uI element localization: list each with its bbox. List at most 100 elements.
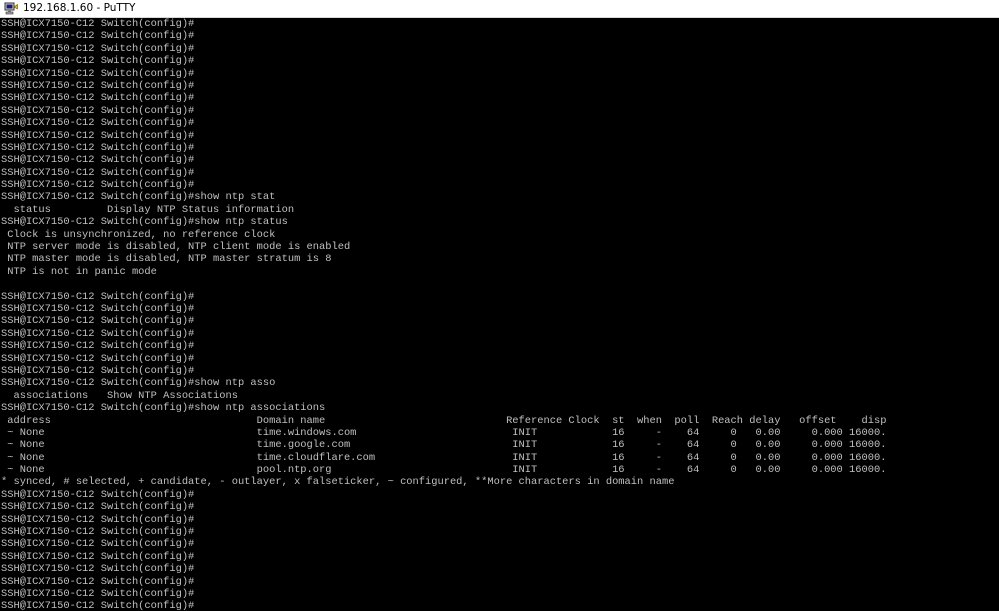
terminal-line: ~ None pool.ntp.org INIT 16 - 64 0 0.00 … [1,464,886,476]
terminal-line-text: SSH@ICX7150-C12 Switch(config)# [1,315,195,328]
terminal-line: NTP server mode is disabled, NTP client … [1,241,886,253]
terminal-line-text: SSH@ICX7150-C12 Switch(config)# [1,42,195,55]
terminal-line-text: SSH@ICX7150-C12 Switch(config)# [1,166,195,179]
terminal-line: SSH@ICX7150-C12 Switch(config)# [1,538,886,550]
terminal-line-text: SSH@ICX7150-C12 Switch(config)# [1,364,195,377]
terminal-line-text: ~ None pool.ntp.org INIT 16 - 64 0 0.00 … [1,464,887,477]
terminal-line: SSH@ICX7150-C12 Switch(config)#show ntp … [1,191,886,203]
terminal-line: SSH@ICX7150-C12 Switch(config)# [1,154,886,166]
terminal-line: SSH@ICX7150-C12 Switch(config)# [1,526,886,538]
terminal-line: SSH@ICX7150-C12 Switch(config)# [1,600,886,611]
window-title: 192.168.1.60 - PuTTY [23,2,136,14]
terminal-output: SSH@ICX7150-C12 Switch(config)# SSH@ICX71… [0,18,886,611]
putty-window: 192.168.1.60 - PuTTY SSH@ICX7150-C12 Swi… [0,0,999,611]
terminal-line: SSH@ICX7150-C12 Switch(config)# [1,117,886,129]
terminal-line-text: SSH@ICX7150-C12 Switch(config)#show ntp … [1,377,276,390]
terminal-line: SSH@ICX7150-C12 Switch(config)# [1,365,886,377]
terminal-line-text: SSH@ICX7150-C12 Switch(config)# [1,117,195,130]
terminal-line-text: SSH@ICX7150-C12 Switch(config)# [1,501,195,514]
terminal-line-text: SSH@ICX7150-C12 Switch(config)# [1,18,195,30]
terminal-line: SSH@ICX7150-C12 Switch(config)# [1,563,886,575]
terminal-line: SSH@ICX7150-C12 Switch(config)# [1,291,886,303]
terminal-line: NTP is not in panic mode [1,266,886,278]
terminal-line: SSH@ICX7150-C12 Switch(config)# [1,130,886,142]
terminal-line-text: Clock is unsynchronized, no reference cl… [1,228,276,241]
terminal-line-text: associations Show NTP Associations [1,389,238,402]
terminal-line-text: SSH@ICX7150-C12 Switch(config)# [1,302,195,315]
terminal-line-text: SSH@ICX7150-C12 Switch(config)# [1,600,195,611]
terminal-line-text: SSH@ICX7150-C12 Switch(config)# [1,55,195,68]
terminal-line-text: SSH@ICX7150-C12 Switch(config)# [1,92,195,105]
terminal-line: SSH@ICX7150-C12 Switch(config)#show ntp … [1,216,886,228]
terminal-line-text: SSH@ICX7150-C12 Switch(config)#show ntp … [1,191,276,204]
terminal-line: SSH@ICX7150-C12 Switch(config)# [1,167,886,179]
terminal-line-text: SSH@ICX7150-C12 Switch(config)# [1,550,195,563]
terminal-line-text: SSH@ICX7150-C12 Switch(config)# [1,79,195,92]
terminal-line: ~ None time.google.com INIT 16 - 64 0 0.… [1,439,886,451]
title-bar[interactable]: 192.168.1.60 - PuTTY [0,0,999,18]
terminal-line-text: SSH@ICX7150-C12 Switch(config)# [1,179,195,192]
terminal-line: NTP master mode is disabled, NTP master … [1,253,886,265]
terminal-line: SSH@ICX7150-C12 Switch(config)# [1,179,886,191]
terminal-line: associations Show NTP Associations [1,390,886,402]
terminal-line: SSH@ICX7150-C12 Switch(config)# [1,92,886,104]
terminal-line: SSH@ICX7150-C12 Switch(config)# [1,328,886,340]
terminal-line-text: SSH@ICX7150-C12 Switch(config)# [1,575,195,588]
terminal-line: status Display NTP Status information [1,204,886,216]
terminal-line-text: ~ None time.cloudflare.com INIT 16 - 64 … [1,451,887,464]
terminal-line-text: NTP server mode is disabled, NTP client … [1,241,351,254]
terminal-line: SSH@ICX7150-C12 Switch(config)# [1,105,886,117]
terminal-line-text: SSH@ICX7150-C12 Switch(config)# [1,129,195,142]
terminal-line: SSH@ICX7150-C12 Switch(config)# [1,68,886,80]
terminal-line-text: SSH@ICX7150-C12 Switch(config)# [1,587,195,600]
terminal-line-text: * synced, # selected, + candidate, - out… [1,476,675,489]
terminal-line-text: SSH@ICX7150-C12 Switch(config)# [1,526,195,539]
terminal-line-text: SSH@ICX7150-C12 Switch(config)# [1,30,195,43]
terminal-line: SSH@ICX7150-C12 Switch(config)#show ntp … [1,402,886,414]
terminal-line-text: SSH@ICX7150-C12 Switch(config)# [1,563,195,576]
terminal-line: SSH@ICX7150-C12 Switch(config)# [1,514,886,526]
terminal-line: SSH@ICX7150-C12 Switch(config)# [1,303,886,315]
terminal-line: ~ None time.cloudflare.com INIT 16 - 64 … [1,452,886,464]
terminal-line: SSH@ICX7150-C12 Switch(config)# [1,30,886,42]
terminal-line: * synced, # selected, + candidate, - out… [1,476,886,488]
terminal-line-text: NTP master mode is disabled, NTP master … [1,253,332,266]
terminal-line-text: status Display NTP Status information [1,203,295,216]
terminal-line-text: SSH@ICX7150-C12 Switch(config)# [1,538,195,551]
terminal-line-text: SSH@ICX7150-C12 Switch(config)# [1,340,195,353]
terminal-line-text: ~ None time.windows.com INIT 16 - 64 0 0… [1,426,887,439]
terminal-line-text: SSH@ICX7150-C12 Switch(config)# [1,352,195,365]
terminal-line: SSH@ICX7150-C12 Switch(config)# [1,489,886,501]
terminal-line-text: SSH@ICX7150-C12 Switch(config)# [1,488,195,501]
terminal-line: SSH@ICX7150-C12 Switch(config)# [1,576,886,588]
terminal-line-text: SSH@ICX7150-C12 Switch(config)# [1,290,195,303]
terminal-line: SSH@ICX7150-C12 Switch(config)# [1,142,886,154]
terminal-line: SSH@ICX7150-C12 Switch(config)# [1,501,886,513]
terminal-line: SSH@ICX7150-C12 Switch(config)#show ntp … [1,377,886,389]
terminal-line: SSH@ICX7150-C12 Switch(config)# [1,353,886,365]
terminal-line-text: SSH@ICX7150-C12 Switch(config)# [1,67,195,80]
terminal-line: SSH@ICX7150-C12 Switch(config)# [1,55,886,67]
terminal-line: ~ None time.windows.com INIT 16 - 64 0 0… [1,427,886,439]
terminal-line: address Domain name Reference Clock st w… [1,415,886,427]
terminal-line-text: SSH@ICX7150-C12 Switch(config)# [1,327,195,340]
terminal-area[interactable]: SSH@ICX7150-C12 Switch(config)# SSH@ICX71… [0,18,999,611]
terminal-line-text: NTP is not in panic mode [1,265,157,278]
putty-computer-icon [4,2,19,15]
terminal-line: Clock is unsynchronized, no reference cl… [1,229,886,241]
terminal-line: SSH@ICX7150-C12 Switch(config)# [1,18,886,30]
terminal-line: SSH@ICX7150-C12 Switch(config)# [1,551,886,563]
terminal-line: SSH@ICX7150-C12 Switch(config)# [1,340,886,352]
terminal-line-text: address Domain name Reference Clock st w… [1,414,887,427]
terminal-line: SSH@ICX7150-C12 Switch(config)# [1,588,886,600]
terminal-line-text: SSH@ICX7150-C12 Switch(config)#show ntp … [1,402,326,415]
terminal-line-text: SSH@ICX7150-C12 Switch(config)# [1,141,195,154]
terminal-line-text: SSH@ICX7150-C12 Switch(config)# [1,104,195,117]
terminal-line: SSH@ICX7150-C12 Switch(config)# [1,80,886,92]
terminal-line-text: SSH@ICX7150-C12 Switch(config)# [1,513,195,526]
terminal-line: SSH@ICX7150-C12 Switch(config)# [1,43,886,55]
terminal-line-text: ~ None time.google.com INIT 16 - 64 0 0.… [1,439,887,452]
terminal-line-text: SSH@ICX7150-C12 Switch(config)# [1,154,195,167]
terminal-line: SSH@ICX7150-C12 Switch(config)# [1,315,886,327]
